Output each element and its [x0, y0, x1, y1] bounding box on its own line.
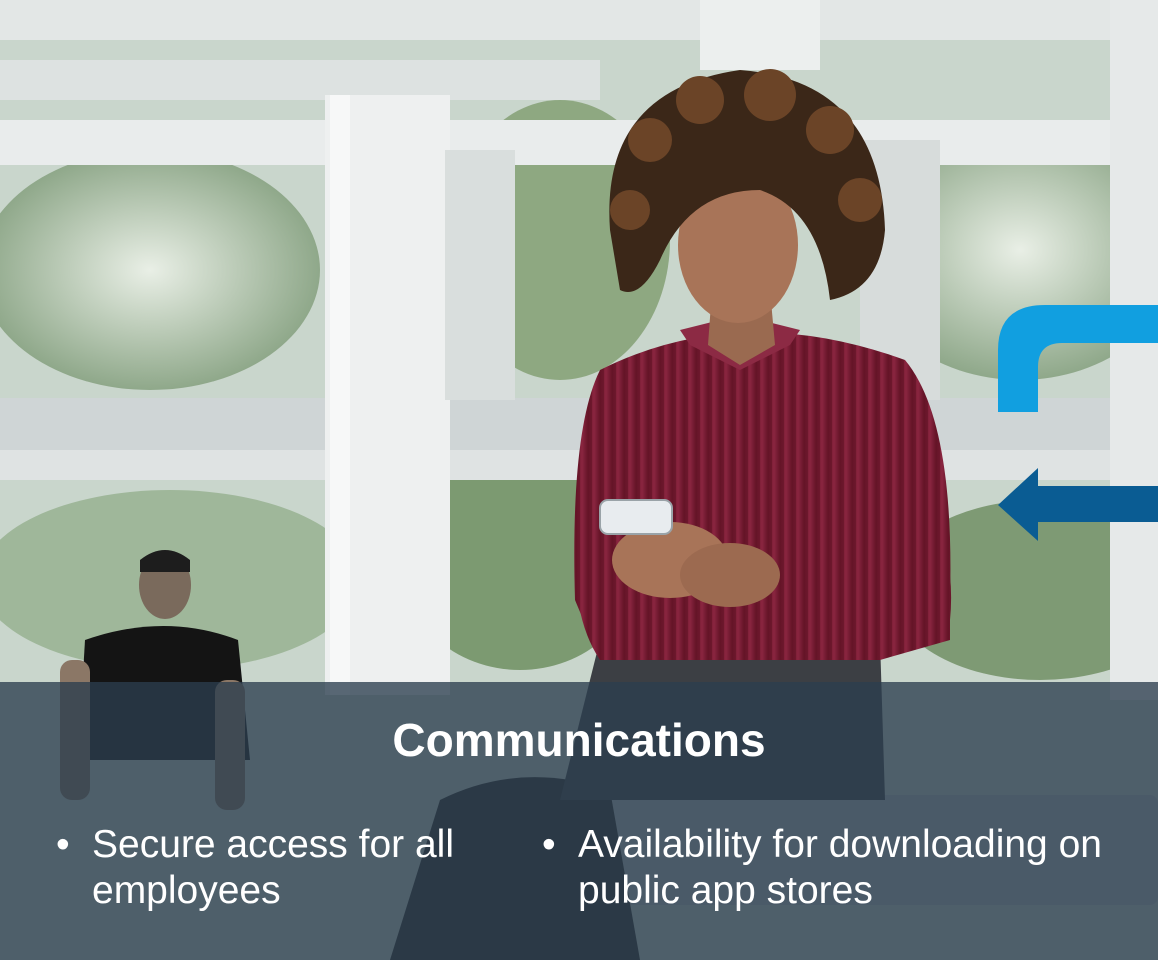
- bullet-item-2: • Availability for downloading on public…: [542, 822, 1138, 914]
- bullet-text: Secure access for all employees: [92, 823, 454, 912]
- bullet-item-1: • Secure access for all employees: [56, 822, 512, 914]
- bullet-text: Availability for downloading on public a…: [578, 823, 1102, 912]
- bullet-dot: •: [56, 823, 70, 866]
- slide: Communications • Secure access for all e…: [0, 0, 1158, 960]
- slide-title: Communications: [392, 714, 766, 766]
- smartphone: [599, 499, 673, 535]
- bullet-dot: •: [542, 823, 556, 866]
